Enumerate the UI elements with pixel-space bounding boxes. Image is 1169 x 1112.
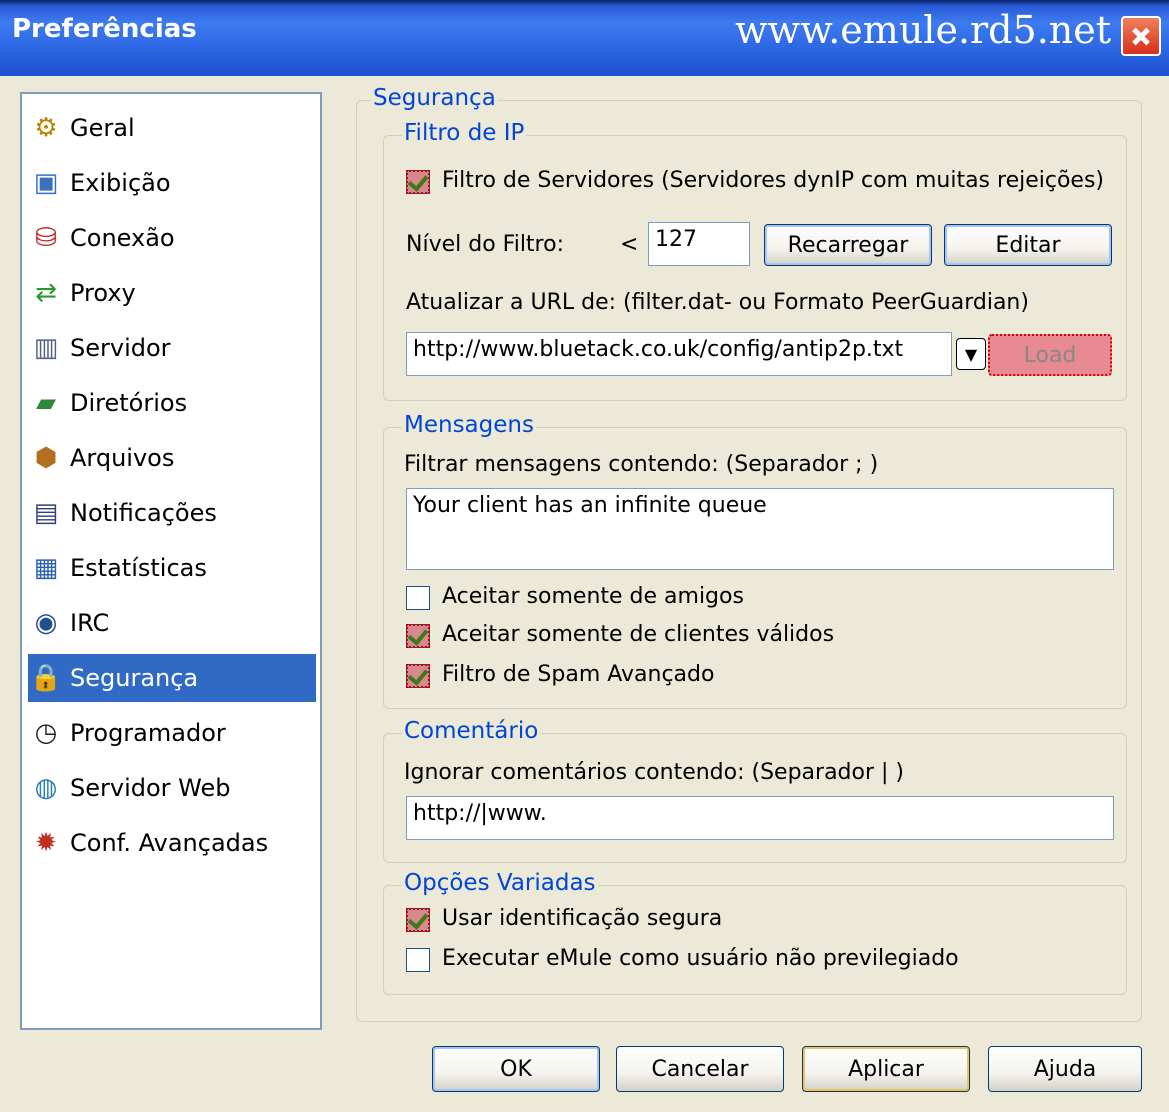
sidebar-item-label: Conexão bbox=[70, 224, 175, 252]
unprivileged-label: Executar eMule como usuário não previleg… bbox=[442, 946, 959, 971]
ip-filter-legend: Filtro de IP bbox=[402, 120, 527, 146]
sidebar-item-label: Servidor Web bbox=[70, 774, 231, 802]
sidebar-item-conex-o[interactable]: ⛁ Conexão bbox=[28, 214, 316, 262]
messages-group: Mensagens Filtrar mensagens contendo: (S… bbox=[383, 412, 1127, 709]
sidebar-item-label: Conf. Avançadas bbox=[70, 829, 269, 857]
comments-legend: Comentário bbox=[402, 718, 541, 744]
sidebar-item-irc[interactable]: ◉ IRC bbox=[28, 599, 316, 647]
sidebar-item-proxy[interactable]: ⇄ Proxy bbox=[28, 269, 316, 317]
sidebar-item-label: Diretórios bbox=[70, 389, 188, 417]
statistics-icon: ▦ bbox=[33, 553, 59, 583]
friends-only-checkbox[interactable] bbox=[406, 586, 430, 610]
sidebar-item-notifica-es[interactable]: ▤ Notificações bbox=[28, 489, 316, 537]
sidebar-item-geral[interactable]: ⚙ Geral bbox=[28, 104, 316, 152]
ignore-comments-label: Ignorar comentários contendo: (Separador… bbox=[404, 760, 905, 785]
messages-legend: Mensagens bbox=[402, 412, 536, 438]
unprivileged-checkbox[interactable] bbox=[406, 948, 430, 972]
panel-title: Segurança bbox=[371, 85, 498, 111]
security-panel: Segurança Filtro de IP Filtro de Servido… bbox=[356, 85, 1142, 1022]
ok-button[interactable]: OK bbox=[432, 1046, 600, 1092]
edit-button[interactable]: Editar bbox=[944, 224, 1112, 266]
spam-filter-checkbox[interactable] bbox=[406, 664, 430, 688]
watermark-text: www.emule.rd5.net bbox=[735, 8, 1111, 52]
ip-filter-group: Filtro de IP Filtro de Servidores (Servi… bbox=[383, 120, 1127, 401]
help-button[interactable]: Ajuda bbox=[988, 1046, 1142, 1092]
lock-icon: 🔒 bbox=[29, 663, 63, 693]
sidebar-item-label: Segurança bbox=[70, 664, 199, 692]
message-filter-textarea[interactable]: Your client has an infinite queue bbox=[406, 488, 1114, 570]
sidebar-item-exibi-o[interactable]: ▣ Exibição bbox=[28, 159, 316, 207]
connection-icon: ⛁ bbox=[35, 223, 57, 253]
valid-clients-label: Aceitar somente de clientes válidos bbox=[442, 622, 835, 647]
cancel-button[interactable]: Cancelar bbox=[616, 1046, 784, 1092]
sidebar-item-label: Exibição bbox=[70, 169, 171, 197]
sidebar-item-label: Estatísticas bbox=[70, 554, 207, 582]
sidebar-item-label: Arquivos bbox=[70, 444, 175, 472]
sidebar-item-arquivos[interactable]: ⬢ Arquivos bbox=[28, 434, 316, 482]
update-url-label: Atualizar a URL de: (filter.dat- ou Form… bbox=[406, 290, 1029, 315]
sidebar-item-label: Proxy bbox=[70, 279, 136, 307]
url-dropdown-chevron-down-icon[interactable]: ▼ bbox=[956, 338, 986, 370]
secure-id-label: Usar identificação segura bbox=[442, 906, 723, 931]
sidebar-item-seguran-a[interactable]: 🔒 Segurança bbox=[28, 654, 316, 702]
server-filter-label: Filtro de Servidores (Servidores dynIP c… bbox=[442, 168, 1104, 193]
sidebar-item-label: Servidor bbox=[70, 334, 171, 362]
message-filter-label: Filtrar mensagens contendo: (Separador ;… bbox=[404, 452, 879, 477]
irc-icon: ◉ bbox=[34, 608, 58, 638]
sidebar-item-label: Programador bbox=[70, 719, 226, 747]
title-bar: Preferências www.emule.rd5.net bbox=[0, 0, 1169, 76]
proxy-icon: ⇄ bbox=[35, 278, 57, 308]
folder-icon: ▰ bbox=[36, 388, 56, 418]
sidebar-item-programador[interactable]: ◷ Programador bbox=[28, 709, 316, 757]
sidebar-item-label: Geral bbox=[70, 114, 135, 142]
spam-filter-label: Filtro de Spam Avançado bbox=[442, 662, 715, 687]
sidebar-item-label: Notificações bbox=[70, 499, 217, 527]
reload-button[interactable]: Recarregar bbox=[764, 224, 932, 266]
server-icon: ▥ bbox=[33, 333, 59, 363]
comments-group: Comentário Ignorar comentários contendo:… bbox=[383, 718, 1127, 863]
sidebar-item-label: IRC bbox=[70, 609, 110, 637]
load-button[interactable]: Load bbox=[988, 334, 1112, 376]
gear-icon: ⚙ bbox=[34, 113, 58, 143]
sidebar-item-diret-rios[interactable]: ▰ Diretórios bbox=[28, 379, 316, 427]
clock-icon: ◷ bbox=[34, 718, 58, 748]
filter-level-input[interactable]: 127 bbox=[648, 222, 750, 266]
files-icon: ⬢ bbox=[34, 443, 58, 473]
filter-level-label: Nível do Filtro: bbox=[406, 232, 564, 257]
globe-icon: ◍ bbox=[34, 773, 58, 803]
misc-options-legend: Opções Variadas bbox=[402, 870, 598, 896]
misc-options-group: Opções Variadas Usar identificação segur… bbox=[383, 870, 1127, 995]
monitor-icon: ▣ bbox=[33, 168, 59, 198]
sidebar-item-conf-avan-adas[interactable]: ✹ Conf. Avançadas bbox=[28, 819, 316, 867]
advanced-settings-icon: ✹ bbox=[35, 828, 57, 858]
window-title: Preferências bbox=[12, 14, 197, 44]
preferences-sidebar: ⚙ Geral ▣ Exibição ⛁ Conexão ⇄ Proxy ▥ Servidor ▰ D… bbox=[20, 92, 322, 1030]
friends-only-label: Aceitar somente de amigos bbox=[442, 584, 744, 609]
ignore-comments-input[interactable]: http://|www. bbox=[406, 796, 1114, 840]
filter-level-operator: < bbox=[620, 232, 639, 257]
secure-id-checkbox[interactable] bbox=[406, 908, 430, 932]
apply-button[interactable]: Aplicar bbox=[802, 1046, 970, 1092]
sidebar-item-servidor[interactable]: ▥ Servidor bbox=[28, 324, 316, 372]
notification-icon: ▤ bbox=[33, 498, 59, 528]
close-icon[interactable] bbox=[1121, 16, 1161, 56]
server-filter-checkbox[interactable] bbox=[406, 170, 430, 194]
sidebar-item-estat-sticas[interactable]: ▦ Estatísticas bbox=[28, 544, 316, 592]
sidebar-item-servidor-web[interactable]: ◍ Servidor Web bbox=[28, 764, 316, 812]
update-url-input[interactable]: http://www.bluetack.co.uk/config/antip2p… bbox=[406, 332, 952, 376]
valid-clients-checkbox[interactable] bbox=[406, 624, 430, 648]
